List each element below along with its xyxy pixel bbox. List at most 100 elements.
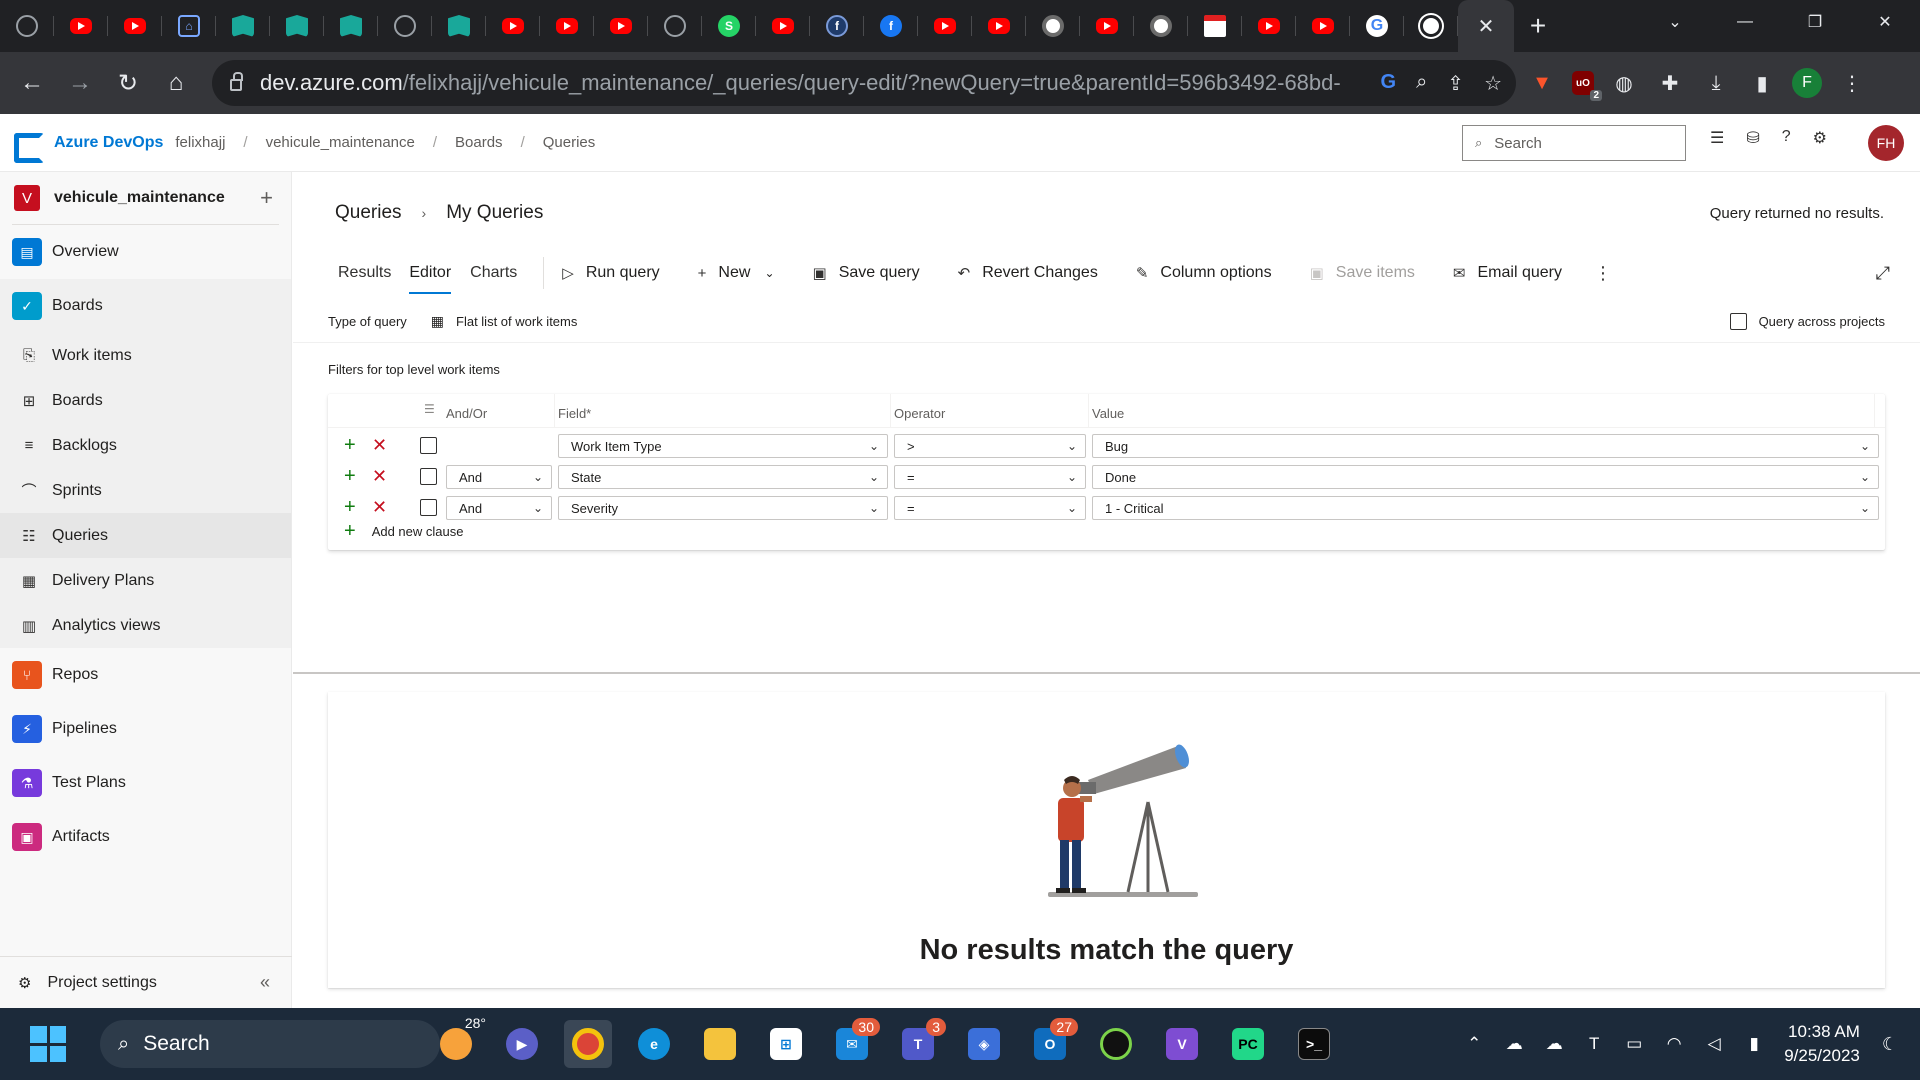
browser-tab[interactable]: G — [1350, 0, 1404, 52]
browser-tab[interactable] — [324, 0, 378, 52]
reload-icon[interactable]: ↻ — [104, 59, 152, 107]
breadcrumb-queries-root[interactable]: Queries — [335, 202, 402, 224]
browser-tab[interactable] — [1026, 0, 1080, 52]
taskbar-ring-app[interactable] — [1092, 1020, 1140, 1068]
taskbar-explorer[interactable] — [696, 1020, 744, 1068]
chevron-up-icon[interactable]: ⌃ — [1454, 1034, 1494, 1054]
taskbar-game[interactable]: ◈ — [960, 1020, 1008, 1068]
sidebar-item-work-items[interactable]: ⎘ Work items — [0, 333, 291, 378]
browser-tab[interactable] — [540, 0, 594, 52]
browser-tab[interactable] — [432, 0, 486, 52]
close-window-icon[interactable]: ✕ — [1850, 0, 1920, 44]
browser-tab[interactable]: S — [702, 0, 756, 52]
user-settings-icon[interactable]: ⚙ — [1813, 128, 1827, 148]
download-icon[interactable]: ⤓ — [1700, 67, 1732, 99]
field-dropdown[interactable]: Severity ⌄ — [558, 496, 888, 520]
sidebar-item-overview[interactable]: ▤ Overview — [0, 225, 291, 279]
add-clause-icon[interactable]: + — [344, 435, 356, 455]
browser-tab[interactable]: ⌂ — [162, 0, 216, 52]
share-icon[interactable]: ⇪ — [1447, 71, 1464, 96]
zoom-icon[interactable]: ⌕ — [1416, 71, 1427, 96]
taskbar-store[interactable]: ⊞ — [762, 1020, 810, 1068]
wifi-icon[interactable]: ◠ — [1654, 1034, 1694, 1054]
taskbar-terminal[interactable]: >_ — [1290, 1020, 1338, 1068]
extensions-puzzle-icon[interactable]: ✚ — [1654, 67, 1686, 99]
back-icon[interactable]: ← — [8, 59, 56, 107]
browser-tab[interactable] — [1296, 0, 1350, 52]
new-tab-button[interactable]: + — [1514, 0, 1562, 52]
save-query-button[interactable]: ▣ Save query — [813, 264, 920, 282]
collapse-sidebar-icon[interactable]: « — [260, 972, 270, 993]
fullscreen-icon[interactable]: ⤢ — [1876, 263, 1890, 284]
google-lens-icon[interactable]: G — [1381, 71, 1397, 96]
email-query-button[interactable]: ✉ Email query — [1453, 264, 1562, 282]
display-icon[interactable]: ▭ — [1614, 1034, 1654, 1054]
address-bar[interactable]: dev.azure.com/felixhajj/vehicule_mainten… — [212, 60, 1516, 106]
add-clause-icon[interactable]: + — [344, 466, 356, 486]
taskbar-mail[interactable]: ✉ 30 — [828, 1018, 880, 1068]
sidebar-item-pipelines[interactable]: ⚡ Pipelines — [0, 702, 291, 756]
field-dropdown[interactable]: Work Item Type ⌄ — [558, 434, 888, 458]
clause-checkbox[interactable] — [420, 499, 437, 516]
bookmark-star-icon[interactable]: ☆ — [1484, 71, 1502, 96]
clock[interactable]: 10:38 AM 9/25/2023 — [1784, 1020, 1860, 1068]
operator-dropdown[interactable]: = ⌄ — [894, 496, 1086, 520]
more-options-icon[interactable]: ⋮ — [1594, 263, 1612, 284]
tab-editor[interactable]: Editor — [409, 250, 451, 296]
splitter-handle[interactable] — [293, 672, 1920, 674]
andor-dropdown[interactable]: And ⌄ — [446, 465, 552, 489]
browser-tab[interactable] — [54, 0, 108, 52]
sidebar-item-boards[interactable]: ✓ Boards — [0, 279, 291, 333]
sidebar-item-test-plans[interactable]: ⚗ Test Plans — [0, 756, 291, 810]
browser-tab[interactable] — [756, 0, 810, 52]
sidebar-item-sprints[interactable]: ⌒ Sprints — [0, 468, 291, 513]
sidebar-item-boards-sub[interactable]: ⊞ Boards — [0, 378, 291, 423]
volume-icon[interactable]: ◁ — [1694, 1034, 1734, 1054]
browser-tab[interactable] — [1404, 0, 1458, 52]
breadcrumb-project[interactable]: vehicule_maintenance — [266, 134, 415, 151]
browser-tab[interactable] — [0, 0, 54, 52]
lock-icon[interactable] — [230, 72, 243, 91]
query-across-checkbox[interactable] — [1729, 312, 1747, 330]
onedrive-icon[interactable]: ☁ — [1494, 1034, 1534, 1054]
browser-tab[interactable]: f — [810, 0, 864, 52]
andor-dropdown[interactable]: And ⌄ — [446, 496, 552, 520]
forward-icon[interactable]: → — [56, 59, 104, 107]
browser-tab[interactable] — [972, 0, 1026, 52]
browser-tab-active[interactable]: ✕ — [1458, 0, 1514, 52]
clause-checkbox[interactable] — [420, 468, 437, 485]
tab-search-icon[interactable]: ⌄ — [1640, 0, 1710, 44]
browser-tab[interactable] — [648, 0, 702, 52]
teams-tray-icon[interactable]: T — [1574, 1034, 1614, 1054]
profile-avatar[interactable]: F — [1792, 68, 1822, 98]
breadcrumb-org[interactable]: felixhajj — [175, 134, 225, 151]
add-new-clause-button[interactable]: + Add new clause — [344, 520, 463, 543]
breadcrumb-boards[interactable]: Boards — [455, 134, 503, 151]
task-list-icon[interactable]: ☰ — [1710, 128, 1724, 148]
revert-changes-button[interactable]: ↶ Revert Changes — [958, 264, 1098, 282]
help-icon[interactable]: ? — [1782, 128, 1791, 148]
browser-tab[interactable] — [1242, 0, 1296, 52]
windows-start-icon[interactable] — [30, 1026, 66, 1062]
browser-tab[interactable]: f — [864, 0, 918, 52]
operator-dropdown[interactable]: = ⌄ — [894, 465, 1086, 489]
battery-icon[interactable]: ▮ — [1734, 1034, 1774, 1054]
delete-clause-icon[interactable]: ✕ — [372, 497, 387, 517]
side-panel-icon[interactable]: ▮ — [1746, 67, 1778, 99]
ublock-extension-icon[interactable]: uO 2 — [1572, 71, 1602, 101]
taskbar-teams[interactable]: T3 — [894, 1018, 946, 1068]
add-icon[interactable]: + — [260, 185, 273, 211]
add-clause-icon[interactable]: + — [344, 497, 356, 517]
weather-widget[interactable]: 28° — [432, 1015, 486, 1068]
taskbar-chrome[interactable] — [564, 1020, 612, 1068]
project-name[interactable]: vehicule_maintenance — [54, 189, 260, 207]
sidebar-item-queries[interactable]: ☷ Queries — [0, 513, 291, 558]
browser-tab[interactable] — [108, 0, 162, 52]
query-across-projects[interactable]: Query across projects — [1729, 312, 1885, 330]
tab-results[interactable]: Results — [338, 250, 391, 296]
notification-bell-icon[interactable]: ☾ — [1882, 1034, 1898, 1055]
azure-devops-logo-icon[interactable] — [14, 130, 44, 163]
onedrive-personal-icon[interactable]: ☁ — [1534, 1034, 1574, 1054]
project-settings[interactable]: ⚙ Project settings « — [0, 956, 292, 1008]
browser-tab[interactable] — [1188, 0, 1242, 52]
